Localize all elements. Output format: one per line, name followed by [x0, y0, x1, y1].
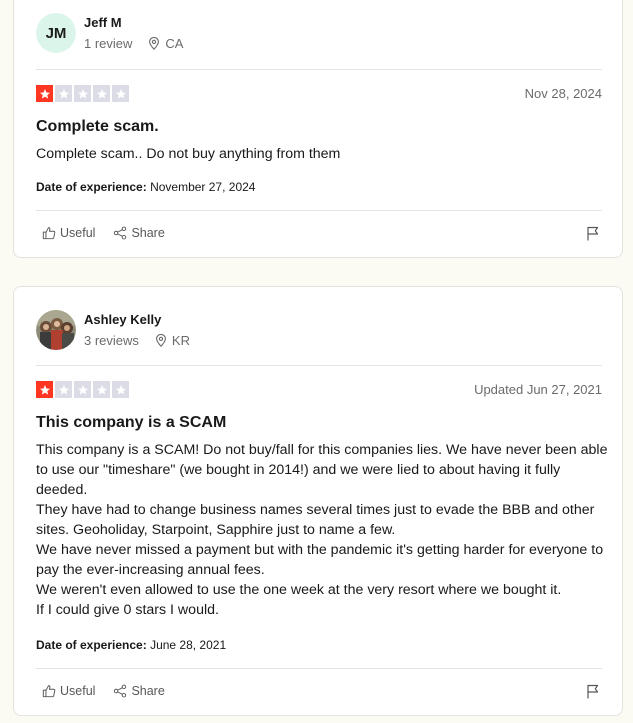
star-icon: [74, 85, 91, 102]
avatar[interactable]: JM: [36, 13, 76, 53]
review-paragraph: We have never missed a payment but with …: [36, 542, 604, 578]
avatar[interactable]: [36, 310, 76, 350]
share-label: Share: [131, 226, 165, 240]
useful-button[interactable]: Useful: [42, 684, 95, 698]
thumbs-up-icon: [42, 227, 56, 240]
experience-date: June 28, 2021: [150, 638, 227, 652]
location-pin-icon: [149, 37, 160, 50]
thumbs-up-icon: [42, 685, 56, 698]
reviewer[interactable]: JM Jeff M 1 review CA: [36, 13, 183, 53]
review-card: Ashley Kelly 3 reviews KR Updated Jun 27…: [13, 286, 623, 716]
reviewer[interactable]: Ashley Kelly 3 reviews KR: [36, 310, 190, 350]
useful-label: Useful: [60, 226, 96, 240]
star-icon: [93, 85, 110, 102]
star-rating: [36, 381, 131, 398]
divider: [36, 365, 602, 366]
star-icon: [74, 381, 91, 398]
review-body: Complete scam.. Do not buy anything from…: [36, 144, 608, 164]
review-paragraph: This company is a SCAM! Do not buy/fall …: [36, 442, 608, 498]
divider: [36, 210, 602, 211]
review-date: Updated Jun 27, 2021: [474, 382, 602, 397]
location-pin-icon: [155, 334, 166, 347]
share-button[interactable]: Share: [113, 684, 165, 698]
flag-icon: [587, 226, 599, 241]
reviewer-location: KR: [171, 333, 190, 348]
star-icon: [36, 381, 53, 398]
share-icon: [114, 226, 127, 240]
review-body: This company is a SCAM! Do not buy/fall …: [36, 440, 608, 620]
reviewer-name[interactable]: Ashley Kelly: [84, 312, 190, 328]
date-of-experience: Date of experience: June 28, 2021: [36, 638, 226, 652]
review-title[interactable]: This company is a SCAM: [36, 414, 226, 432]
star-icon: [55, 85, 72, 102]
star-icon: [112, 381, 129, 398]
review-paragraph: If I could give 0 stars I would.: [36, 602, 219, 618]
review-title[interactable]: Complete scam.: [36, 118, 159, 136]
flag-icon: [587, 684, 599, 699]
divider: [36, 69, 602, 70]
report-button[interactable]: [586, 684, 600, 704]
review-date: Nov 28, 2024: [524, 86, 602, 101]
useful-label: Useful: [60, 684, 96, 698]
share-label: Share: [131, 684, 165, 698]
useful-button[interactable]: Useful: [42, 226, 95, 240]
experience-label: Date of experience:: [36, 638, 147, 652]
experience-date: November 27, 2024: [150, 180, 256, 194]
avatar-photo: [36, 310, 76, 350]
reviewer-location: CA: [165, 36, 184, 51]
star-rating: [36, 85, 131, 102]
share-button[interactable]: Share: [113, 226, 165, 240]
review-count: 3 reviews: [84, 333, 139, 348]
experience-label: Date of experience:: [36, 180, 147, 194]
review-paragraph: They have had to change business names s…: [36, 502, 595, 538]
star-icon: [55, 381, 72, 398]
review-paragraph: We weren't even allowed to use the one w…: [36, 582, 562, 598]
review-card: JM Jeff M 1 review CA Nov 28, 2024 Compl…: [13, 0, 623, 258]
report-button[interactable]: [586, 226, 600, 246]
star-icon: [112, 85, 129, 102]
star-icon: [36, 85, 53, 102]
review-paragraph: Complete scam.. Do not buy anything from…: [36, 146, 341, 162]
star-icon: [93, 381, 110, 398]
date-of-experience: Date of experience: November 27, 2024: [36, 180, 255, 194]
divider: [36, 668, 602, 669]
share-icon: [114, 684, 127, 698]
reviewer-name[interactable]: Jeff M: [84, 15, 183, 31]
review-count: 1 review: [84, 36, 133, 51]
